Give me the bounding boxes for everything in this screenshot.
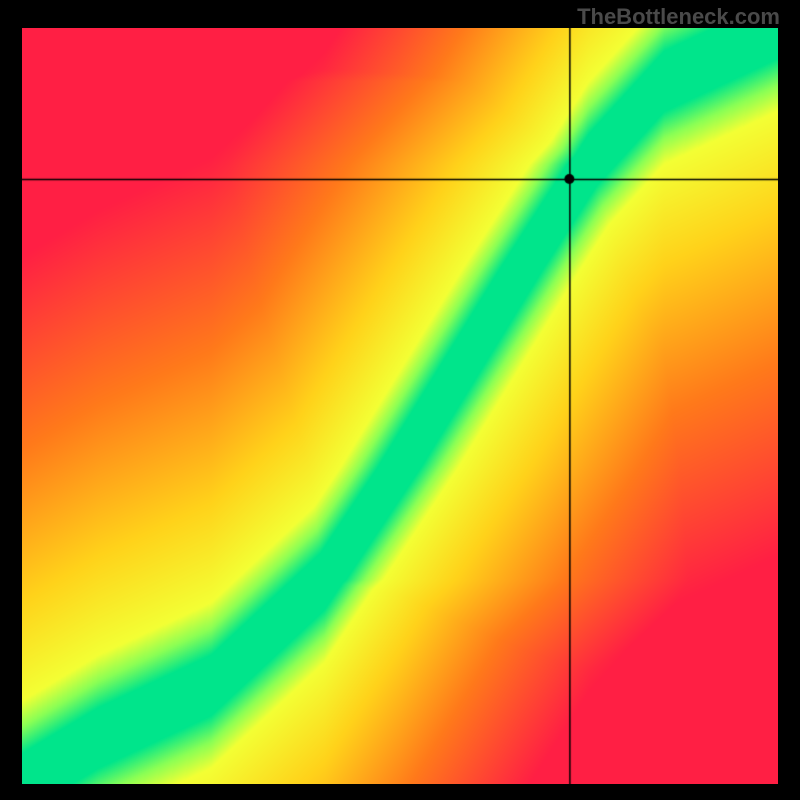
heatmap-canvas [22,28,778,784]
watermark-text: TheBottleneck.com [577,4,780,30]
heatmap-plot [22,28,778,784]
